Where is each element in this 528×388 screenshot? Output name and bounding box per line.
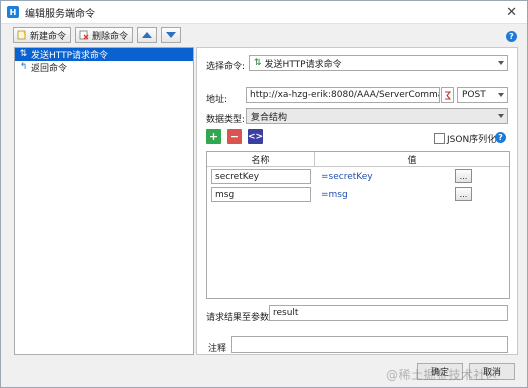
http-method-dropdown[interactable]: POST: [457, 87, 508, 103]
arrow-down-icon: [166, 32, 177, 38]
code-button[interactable]: <>: [248, 129, 263, 144]
tree-item-label: 返回命令: [31, 64, 68, 74]
param-value[interactable]: =msg: [321, 190, 348, 200]
note-label: 注释: [208, 344, 227, 354]
select-command-value: 发送HTTP请求命令: [264, 59, 342, 70]
formula-icon: [444, 90, 451, 100]
return-arrow-icon: ↰: [19, 62, 28, 72]
result-param-label: 请求结果至参数:: [206, 313, 273, 323]
address-input[interactable]: http://xa-hzg-erik:8080/AAA/ServerComman…: [246, 87, 440, 103]
select-command-label: 选择命令:: [206, 62, 246, 72]
command-tree: ⇅ 发送HTTP请求命令 ↰ 返回命令: [14, 47, 194, 355]
tree-item-http-request[interactable]: ⇅ 发送HTTP请求命令: [15, 48, 193, 61]
title-bar: H 编辑服务端命令 ✕: [1, 1, 527, 24]
new-command-label: 新建命令: [30, 31, 67, 42]
tree-item-return[interactable]: ↰ 返回命令: [15, 61, 193, 74]
minus-icon: −: [229, 130, 240, 143]
param-name-input[interactable]: msg: [211, 187, 311, 202]
plus-icon: +: [208, 130, 219, 143]
code-brackets-icon: <>: [247, 131, 264, 142]
json-serialize-checkbox[interactable]: [434, 133, 445, 144]
help-icon[interactable]: ?: [495, 132, 506, 143]
arrow-up-icon: [142, 32, 153, 38]
result-param-input[interactable]: result: [269, 305, 508, 321]
chevron-down-icon: [498, 93, 504, 97]
data-type-dropdown[interactable]: 复合结构: [246, 108, 508, 124]
new-command-button[interactable]: 新建命令: [13, 27, 72, 43]
move-down-button[interactable]: [161, 27, 182, 43]
watermark: @稀土掘金技术社区: [386, 368, 499, 382]
param-name-input[interactable]: secretKey: [211, 169, 311, 184]
delete-command-button[interactable]: 删除命令: [75, 27, 134, 43]
edit-value-button[interactable]: ...: [455, 169, 472, 183]
formula-button[interactable]: [441, 87, 454, 103]
http-method-value: POST: [462, 90, 486, 100]
http-command-icon: ⇅: [19, 49, 28, 59]
select-command-dropdown[interactable]: ⇅ 发送HTTP请求命令: [249, 55, 508, 71]
data-type-label: 数据类型:: [206, 115, 246, 125]
chevron-down-icon: [498, 114, 504, 118]
chevron-down-icon: [498, 61, 504, 65]
delete-document-icon: [79, 30, 89, 40]
window-title: 编辑服务端命令: [25, 8, 95, 20]
column-header-name: 名称: [207, 152, 315, 167]
tree-item-label: 发送HTTP请求命令: [31, 51, 109, 61]
parameters-table: 名称 值 secretKey =secretKey ... msg =msg .…: [206, 151, 510, 299]
new-document-icon: [17, 30, 26, 40]
remove-row-button[interactable]: −: [227, 129, 242, 144]
close-button[interactable]: ✕: [506, 5, 517, 20]
add-row-button[interactable]: +: [206, 129, 221, 144]
move-up-button[interactable]: [137, 27, 158, 43]
app-logo-icon: H: [7, 6, 19, 18]
delete-command-label: 删除命令: [92, 31, 129, 42]
http-command-icon: ⇅: [254, 58, 262, 68]
toolbar: 新建命令 删除命令: [13, 27, 182, 43]
edit-value-button[interactable]: ...: [455, 187, 472, 201]
param-value[interactable]: =secretKey: [321, 172, 373, 182]
help-icon[interactable]: ?: [506, 31, 517, 42]
data-type-value: 复合结构: [251, 112, 288, 123]
note-input[interactable]: [231, 336, 508, 353]
json-serialize-label: JSON序列化: [447, 135, 497, 145]
column-header-value: 值: [315, 152, 509, 167]
address-label: 地址:: [206, 95, 228, 105]
edit-server-command-dialog: H 编辑服务端命令 ✕ 新建命令 删除命令 ? ⇅ 发送HTTP请求命令 ↰ 返…: [0, 0, 528, 388]
